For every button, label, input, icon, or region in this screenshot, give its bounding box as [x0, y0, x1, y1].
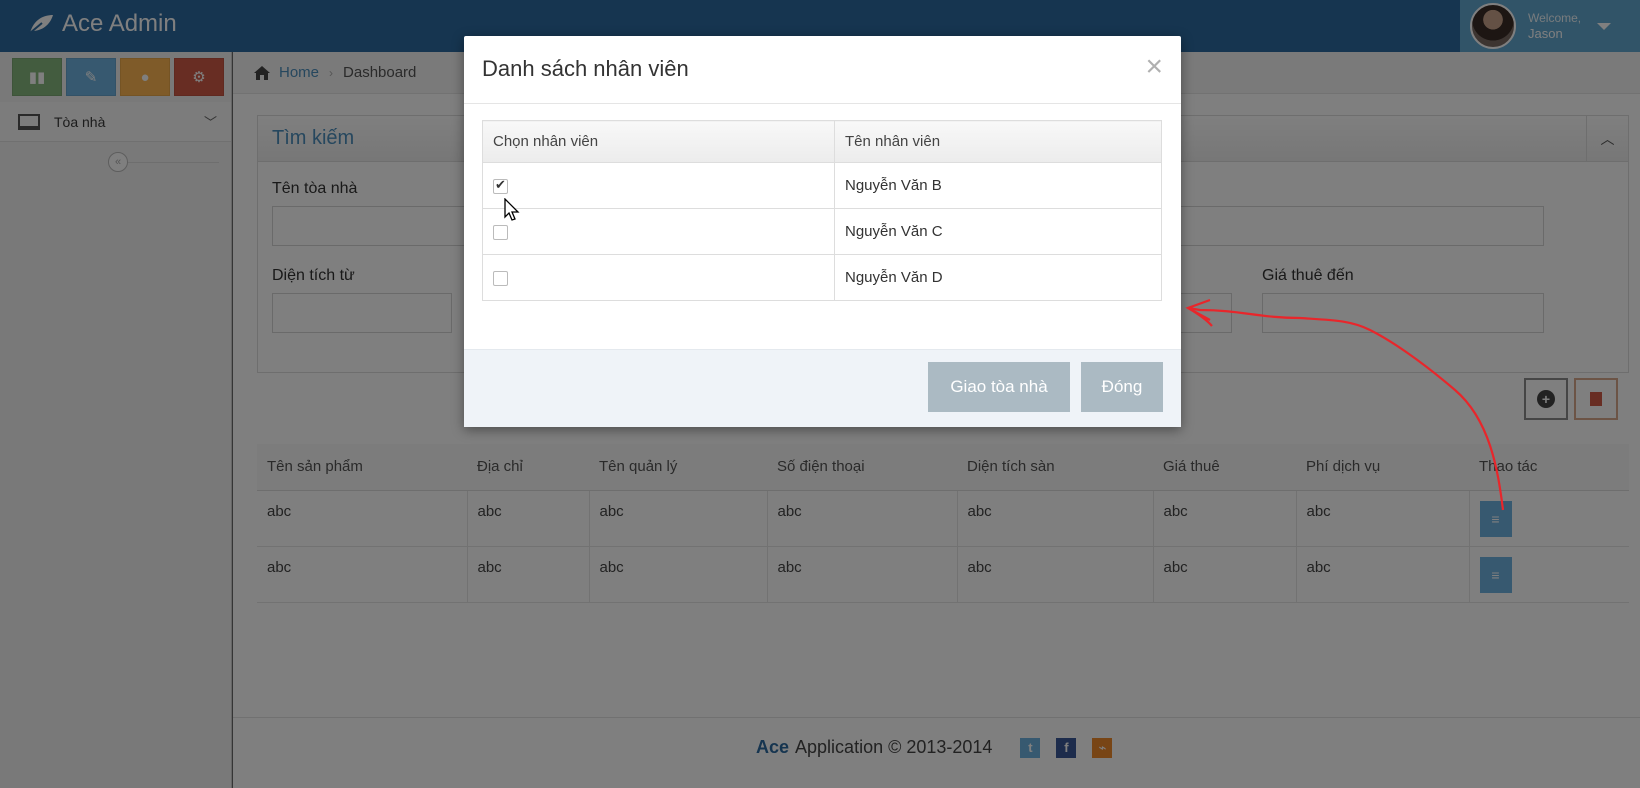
employee-select-cell — [482, 208, 835, 255]
employee-name: Nguyễn Văn B — [834, 162, 1162, 209]
employee-checkbox[interactable] — [493, 177, 508, 194]
employee-row: Nguyễn Văn D — [482, 254, 1162, 301]
employee-select-cell — [482, 162, 835, 209]
modal-title: Danh sách nhân viên — [482, 56, 689, 81]
modal-header: Danh sách nhân viên × — [464, 36, 1181, 104]
employee-name: Nguyễn Văn C — [834, 208, 1162, 255]
employee-checkbox[interactable] — [493, 224, 508, 240]
assign-building-button[interactable]: Giao tòa nhà — [928, 362, 1070, 412]
close-button[interactable]: Đóng — [1081, 362, 1163, 412]
modal-body: Chọn nhân viên Tên nhân viên Nguyễn Văn … — [464, 104, 1181, 348]
employee-row: Nguyễn Văn C — [482, 208, 1162, 255]
close-icon[interactable]: × — [1145, 52, 1163, 82]
employee-table: Chọn nhân viên Tên nhân viên Nguyễn Văn … — [482, 120, 1162, 301]
mouse-pointer-icon — [504, 198, 520, 221]
employee-row: Nguyễn Văn B — [482, 162, 1162, 209]
modal-footer: Giao tòa nhà Đóng — [464, 349, 1181, 427]
col-select-employee: Chọn nhân viên — [482, 120, 835, 163]
col-employee-name: Tên nhân viên — [834, 120, 1162, 163]
employee-select-cell — [482, 254, 835, 301]
employee-checkbox[interactable] — [493, 270, 508, 286]
employee-table-header: Chọn nhân viên Tên nhân viên — [482, 120, 1162, 163]
employee-name: Nguyễn Văn D — [834, 254, 1162, 301]
staff-assign-modal: Danh sách nhân viên × Chọn nhân viên Tên… — [464, 36, 1181, 427]
